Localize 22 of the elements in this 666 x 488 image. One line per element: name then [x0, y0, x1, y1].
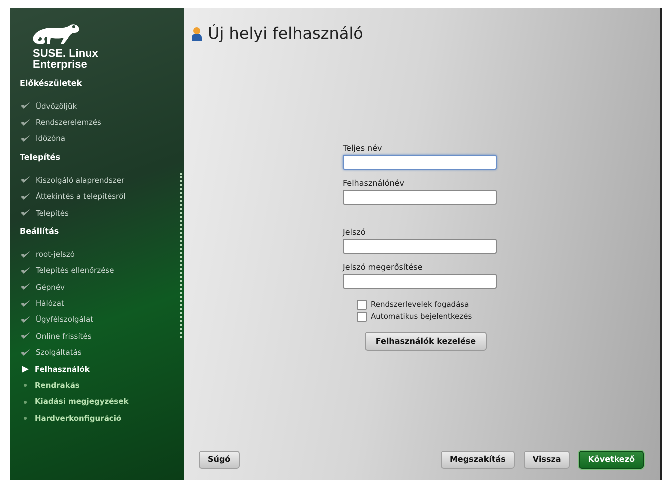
section-heading: Telepítés — [20, 152, 62, 164]
dialog-button[interactable]: Megszakítás — [440, 451, 515, 469]
product-name: SUSE. Linux Enterprise — [33, 49, 100, 71]
text-field[interactable] — [343, 274, 497, 289]
text-field[interactable] — [343, 190, 497, 205]
dialog-button[interactable]: Vissza — [524, 451, 570, 469]
checkbox[interactable] — [357, 300, 367, 310]
manage-users-button[interactable]: Felhasználók kezelése — [364, 332, 488, 351]
field-label: Teljes név — [343, 143, 384, 155]
field-label: Felhasználónév — [343, 178, 406, 190]
section-heading: Beállítás — [20, 226, 60, 238]
text-field[interactable] — [343, 155, 497, 170]
section-heading: Előkészületek — [20, 78, 84, 90]
page-title: Új helyi felhasználó — [208, 23, 364, 45]
field-label: Jelszó megerősítése — [343, 262, 424, 274]
user-icon — [192, 27, 202, 41]
checkbox[interactable] — [357, 312, 367, 322]
field-label: Jelszó — [343, 227, 367, 239]
dialog-button[interactable]: Súgó — [199, 451, 240, 469]
chameleon-logo-icon — [31, 22, 81, 46]
next-button[interactable]: Következő — [579, 451, 644, 469]
text-field[interactable] — [343, 239, 497, 254]
